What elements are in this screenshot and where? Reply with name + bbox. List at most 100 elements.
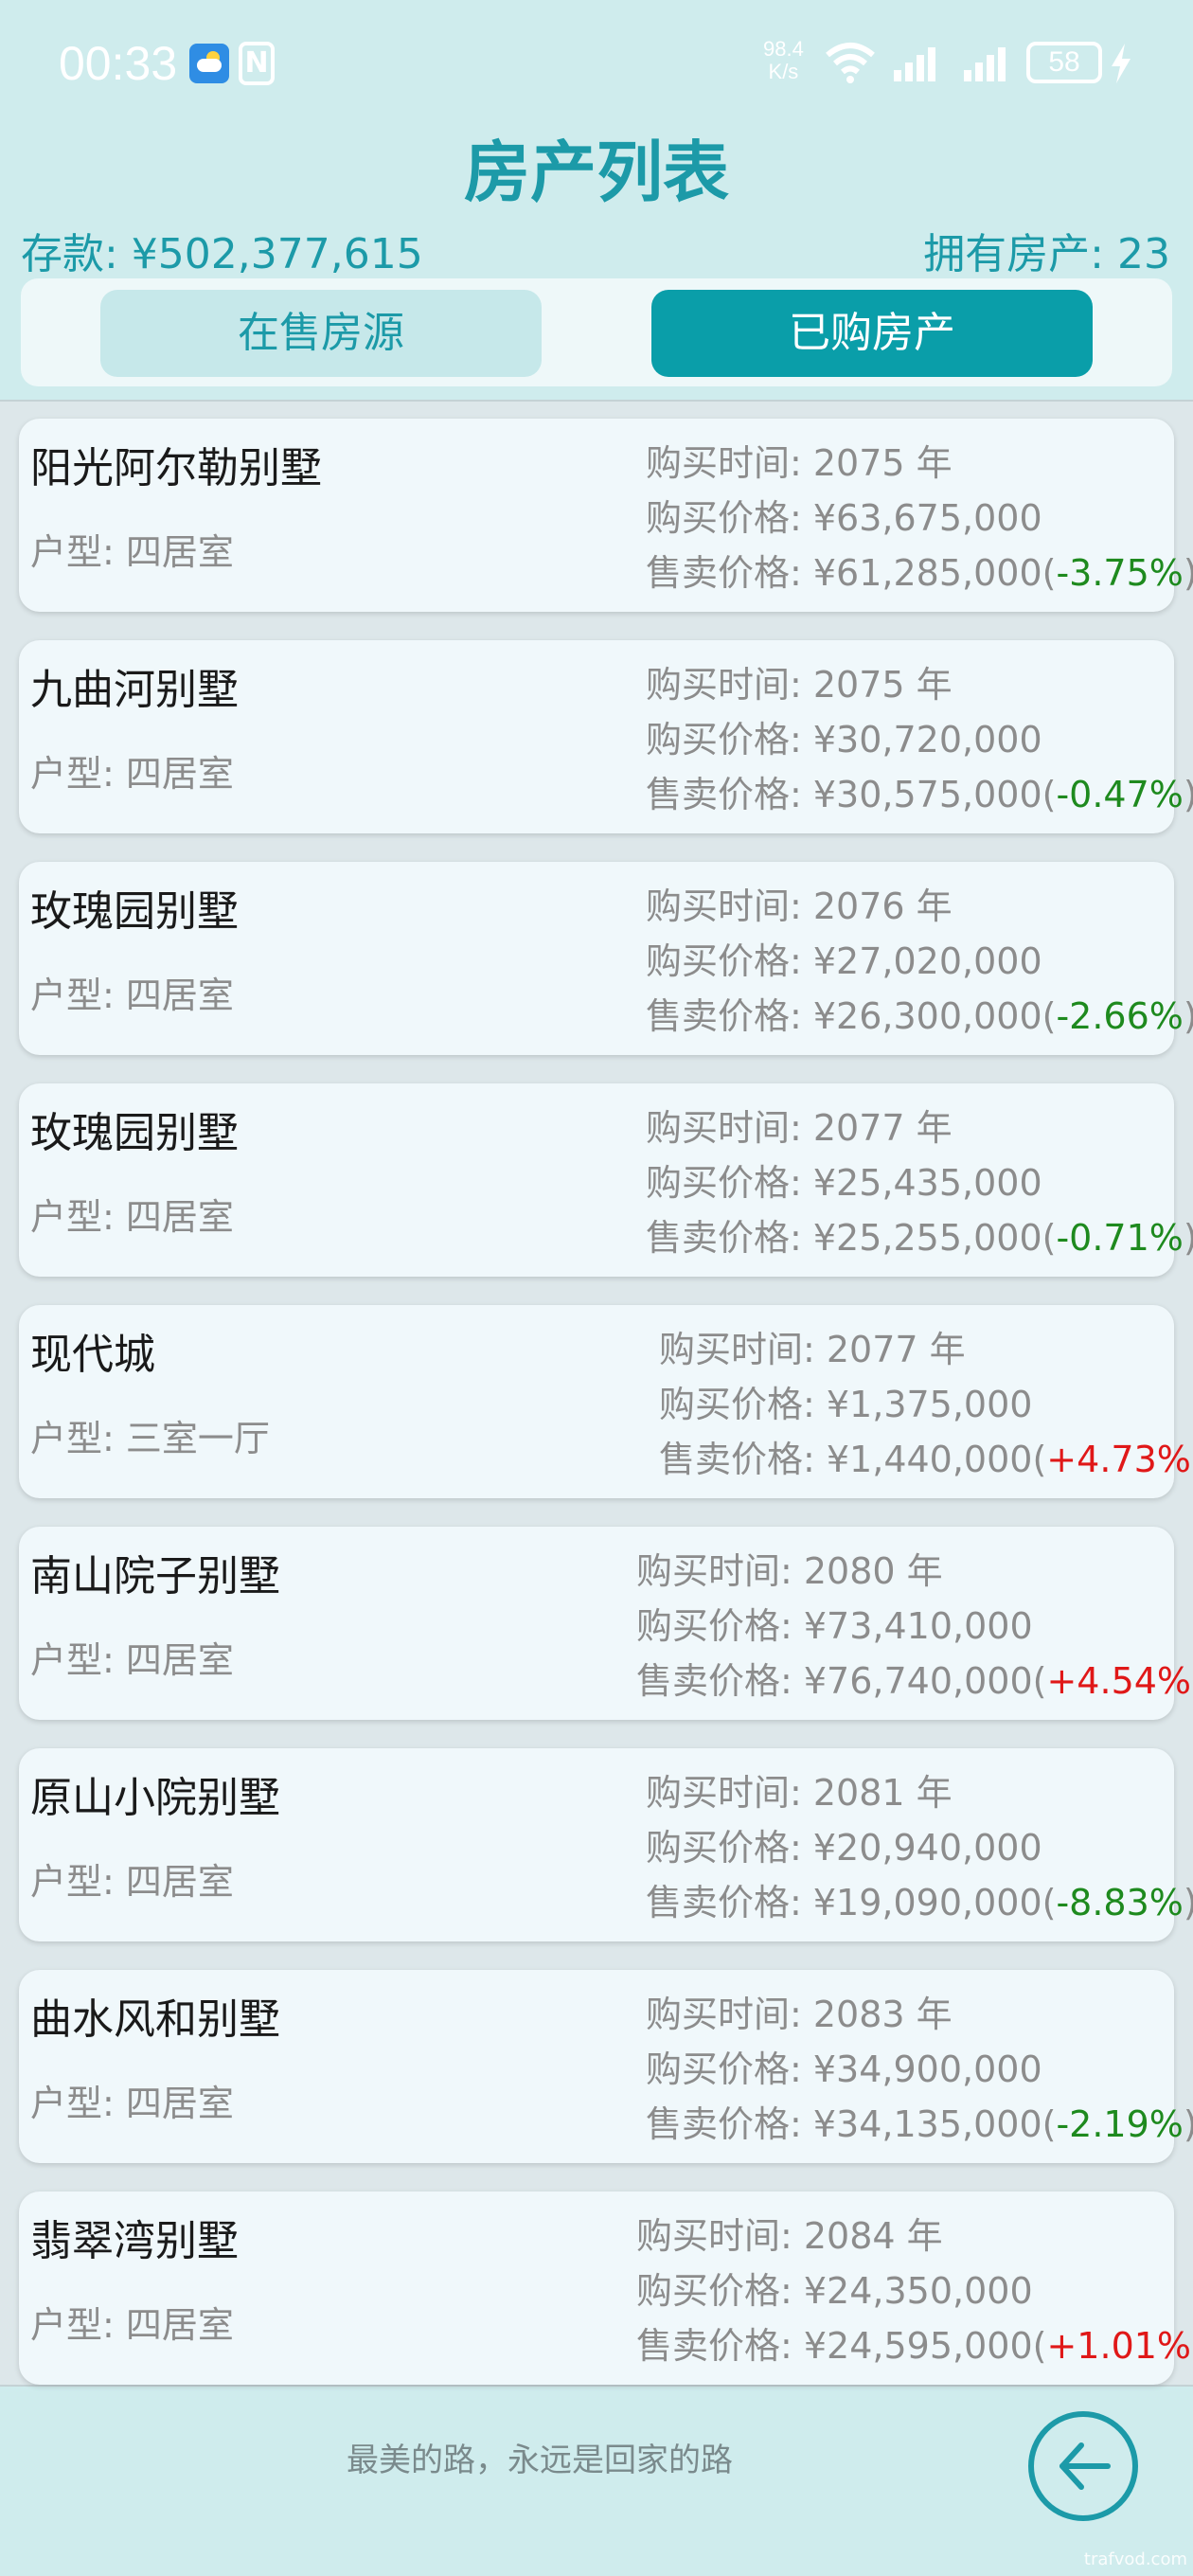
sell-price-row: 售卖价格: ¥61,285,000(-3.75%)	[646, 552, 1193, 594]
sell-price: 售卖价格: ¥24,595,000	[636, 2325, 1033, 2367]
sell-price: 售卖价格: ¥76,740,000	[636, 1660, 1033, 1702]
property-name: 翡翠湾别墅	[30, 2217, 239, 2265]
property-list[interactable]: 阳光阿尔勒别墅 户型: 四居室 购买时间: 2075 年 购买价格: ¥63,6…	[0, 400, 1193, 2387]
property-type: 户型: 四居室	[30, 531, 234, 573]
property-details: 购买时间: 2076 年 购买价格: ¥27,020,000 售卖价格: ¥26…	[646, 879, 1193, 1044]
price-change: -3.75%	[1056, 552, 1184, 594]
buy-price: 购买价格: ¥24,350,000	[636, 2270, 1033, 2312]
property-name: 阳光阿尔勒别墅	[30, 444, 322, 492]
signal-icon	[894, 47, 935, 81]
price-change: +1.01%	[1046, 2325, 1192, 2367]
sell-price: 售卖价格: ¥34,135,000	[646, 2103, 1042, 2145]
buy-time: 购买时间: 2077 年	[646, 1107, 953, 1149]
status-bar: 00:33 N 98.4 K/s 58	[0, 0, 1193, 123]
watermark: trafvod.com	[1083, 2549, 1187, 2569]
property-type: 户型: 四居室	[30, 975, 234, 1016]
sell-price-row: 售卖价格: ¥30,575,000(-0.47%)	[646, 774, 1193, 815]
property-name: 南山院子别墅	[30, 1552, 280, 1601]
back-button[interactable]	[1028, 2411, 1138, 2521]
status-time: 00:33	[59, 37, 178, 90]
arrow-left-icon	[1059, 2442, 1111, 2490]
property-details: 购买时间: 2077 年 购买价格: ¥25,435,000 售卖价格: ¥25…	[646, 1100, 1193, 1265]
property-details: 购买时间: 2084 年 购买价格: ¥24,350,000 售卖价格: ¥24…	[636, 2209, 1193, 2373]
property-type: 户型: 三室一厅	[30, 1418, 270, 1459]
sell-price: 售卖价格: ¥26,300,000	[646, 995, 1042, 1037]
buy-time: 购买时间: 2077 年	[659, 1329, 966, 1370]
price-change: -0.71%	[1056, 1217, 1184, 1259]
sell-price: 售卖价格: ¥19,090,000	[646, 1882, 1042, 1923]
property-type: 户型: 四居室	[30, 2304, 234, 2346]
buy-price: 购买价格: ¥1,375,000	[659, 1384, 1033, 1425]
property-name: 现代城	[30, 1331, 155, 1379]
tab-owned-properties[interactable]: 已购房产	[651, 290, 1093, 377]
battery-icon: 58	[1026, 42, 1102, 83]
buy-price: 购买价格: ¥20,940,000	[646, 1827, 1042, 1869]
property-details: 购买时间: 2075 年 购买价格: ¥63,675,000 售卖价格: ¥61…	[646, 436, 1193, 600]
property-card[interactable]: 玫瑰园别墅 户型: 四居室 购买时间: 2076 年 购买价格: ¥27,020…	[19, 862, 1193, 1055]
buy-time: 购买时间: 2084 年	[636, 2215, 943, 2257]
price-change: -0.47%	[1056, 774, 1184, 815]
sell-price: 售卖价格: ¥61,285,000	[646, 552, 1042, 594]
tab-bar: 在售房源 已购房产	[21, 278, 1172, 386]
buy-price: 购买价格: ¥25,435,000	[646, 1162, 1042, 1204]
price-change: -8.83%	[1056, 1882, 1184, 1923]
buy-time: 购买时间: 2081 年	[646, 1772, 953, 1814]
property-details: 购买时间: 2083 年 购买价格: ¥34,900,000 售卖价格: ¥34…	[646, 1987, 1193, 2152]
price-change: -2.19%	[1056, 2103, 1184, 2145]
buy-time: 购买时间: 2080 年	[636, 1550, 943, 1592]
buy-price: 购买价格: ¥63,675,000	[646, 497, 1042, 539]
property-card[interactable]: 九曲河别墅 户型: 四居室 购买时间: 2075 年 购买价格: ¥30,720…	[19, 640, 1193, 833]
tab-for-sale[interactable]: 在售房源	[100, 290, 542, 377]
property-details: 购买时间: 2075 年 购买价格: ¥30,720,000 售卖价格: ¥30…	[646, 657, 1193, 822]
property-details: 购买时间: 2081 年 购买价格: ¥20,940,000 售卖价格: ¥19…	[646, 1765, 1193, 1930]
nfc-icon: N	[239, 42, 275, 85]
property-card[interactable]: 原山小院别墅 户型: 四居室 购买时间: 2081 年 购买价格: ¥20,94…	[19, 1748, 1193, 1941]
property-card[interactable]: 南山院子别墅 户型: 四居室 购买时间: 2080 年 购买价格: ¥73,41…	[19, 1527, 1193, 1720]
buy-time: 购买时间: 2076 年	[646, 886, 953, 927]
buy-price: 购买价格: ¥30,720,000	[646, 719, 1042, 760]
property-card[interactable]: 翡翠湾别墅 户型: 四居室 购买时间: 2084 年 购买价格: ¥24,350…	[19, 2191, 1193, 2385]
buy-time: 购买时间: 2083 年	[646, 1994, 953, 2035]
sell-price: 售卖价格: ¥25,255,000	[646, 1217, 1042, 1259]
property-details: 购买时间: 2077 年 购买价格: ¥1,375,000 售卖价格: ¥1,4…	[659, 1322, 1193, 1487]
property-card[interactable]: 现代城 户型: 三室一厅 购买时间: 2077 年 购买价格: ¥1,375,0…	[19, 1305, 1193, 1498]
footer-motto: 最美的路，永远是回家的路	[347, 2442, 733, 2479]
property-name: 玫瑰园别墅	[30, 887, 239, 936]
buy-time: 购买时间: 2075 年	[646, 664, 953, 706]
buy-price: 购买价格: ¥73,410,000	[636, 1605, 1033, 1647]
property-name: 玫瑰园别墅	[30, 1109, 239, 1157]
price-change: +4.73%	[1046, 1439, 1191, 1480]
signal-icon	[964, 47, 1006, 81]
sell-price-row: 售卖价格: ¥19,090,000(-8.83%)	[646, 1882, 1193, 1923]
weather-icon	[189, 44, 229, 83]
owned-count-label: 拥有房产: 23	[923, 230, 1170, 278]
sell-price-row: 售卖价格: ¥24,595,000(+1.01%)	[636, 2325, 1193, 2367]
property-card[interactable]: 玫瑰园别墅 户型: 四居室 购买时间: 2077 年 购买价格: ¥25,435…	[19, 1083, 1193, 1277]
charging-icon	[1112, 44, 1131, 83]
property-details: 购买时间: 2080 年 购买价格: ¥73,410,000 售卖价格: ¥76…	[636, 1544, 1193, 1708]
property-type: 户型: 四居室	[30, 2083, 234, 2124]
buy-price: 购买价格: ¥34,900,000	[646, 2048, 1042, 2090]
savings-label: 存款: ¥502,377,615	[21, 230, 423, 278]
property-type: 户型: 四居室	[30, 1196, 234, 1238]
sell-price-row: 售卖价格: ¥76,740,000(+4.54%)	[636, 1660, 1193, 1702]
property-name: 曲水风和别墅	[30, 1995, 280, 2044]
page-title: 房产列表	[464, 134, 729, 211]
sell-price-row: 售卖价格: ¥1,440,000(+4.73%)	[659, 1439, 1193, 1480]
sell-price-row: 售卖价格: ¥34,135,000(-2.19%)	[646, 2103, 1193, 2145]
property-card[interactable]: 曲水风和别墅 户型: 四居室 购买时间: 2083 年 购买价格: ¥34,90…	[19, 1970, 1193, 2163]
property-type: 户型: 四居室	[30, 753, 234, 795]
buy-time: 购买时间: 2075 年	[646, 442, 953, 484]
wifi-icon	[826, 43, 875, 83]
property-card[interactable]: 阳光阿尔勒别墅 户型: 四居室 购买时间: 2075 年 购买价格: ¥63,6…	[19, 419, 1193, 612]
price-change: -2.66%	[1056, 995, 1184, 1037]
property-name: 九曲河别墅	[30, 666, 239, 714]
property-type: 户型: 四居室	[30, 1861, 234, 1903]
sell-price: 售卖价格: ¥1,440,000	[659, 1439, 1033, 1480]
price-change: +4.54%	[1046, 1660, 1192, 1702]
network-speed: 98.4 K/s	[763, 37, 804, 83]
buy-price: 购买价格: ¥27,020,000	[646, 940, 1042, 982]
sell-price-row: 售卖价格: ¥26,300,000(-2.66%)	[646, 995, 1193, 1037]
property-type: 户型: 四居室	[30, 1639, 234, 1681]
sell-price-row: 售卖价格: ¥25,255,000(-0.71%)	[646, 1217, 1193, 1259]
